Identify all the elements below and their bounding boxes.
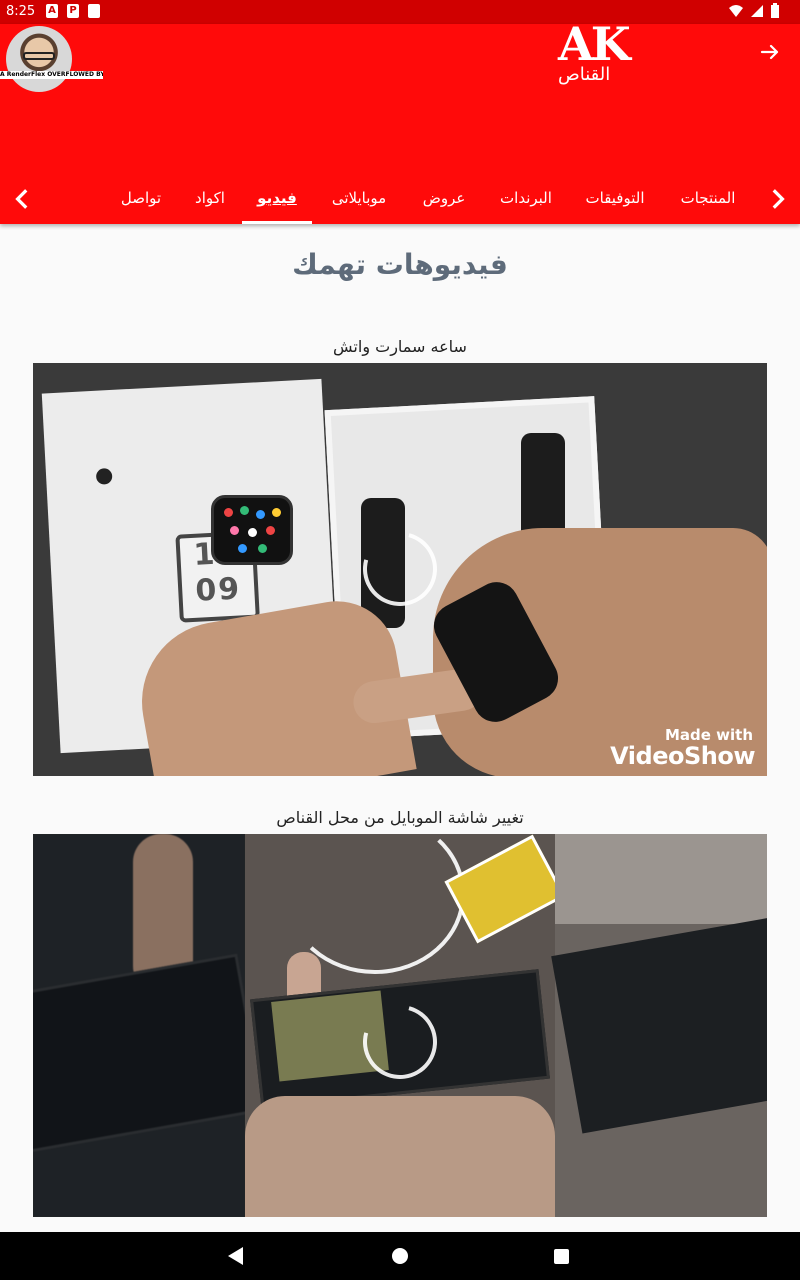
chevron-right-icon[interactable] — [764, 186, 790, 212]
logo-letters: AK — [558, 17, 631, 71]
status-bar: 8:25 A P — [0, 0, 800, 24]
system-status-icons — [728, 3, 780, 19]
overflow-warning: A RenderFlex OVERFLOWED BY 11 PIXELS — [0, 71, 103, 79]
hand — [245, 1096, 555, 1217]
blurred-frame-right — [551, 834, 767, 1217]
app-dot — [248, 528, 257, 537]
active-tab-indicator — [242, 221, 312, 224]
nav-home-icon[interactable] — [392, 1248, 408, 1264]
app-bar: A RenderFlex OVERFLOWED BY 11 PIXELS AK … — [0, 17, 800, 224]
user-avatar[interactable] — [6, 26, 72, 92]
phone — [33, 953, 265, 1155]
tab-video[interactable]: فيديو — [242, 174, 312, 224]
video-player-1[interactable]: 10 09 Made with VideoShow — [33, 363, 767, 776]
tab-my-phones[interactable]: موبايلاتى — [326, 174, 392, 224]
tab-brands[interactable]: البرندات — [498, 174, 554, 224]
battery-icon — [771, 3, 779, 18]
app-dot — [256, 510, 265, 519]
system-nav-bar — [0, 1232, 800, 1280]
tab-contact[interactable]: تواصل — [116, 174, 166, 224]
app-dot — [240, 506, 249, 515]
video-caption-1: ساعه سمارت واتش — [333, 337, 467, 356]
notification-icon-p: P — [67, 4, 79, 18]
tab-products[interactable]: المنتجات — [678, 174, 738, 224]
video-caption-2: تغيير شاشة الموبايل من محل القناص — [276, 808, 524, 827]
nav-back-icon[interactable] — [228, 1247, 243, 1265]
tab-bar: المنتجات التوفيقات البرندات عروض موبايلا… — [0, 174, 800, 224]
app-dot — [266, 526, 275, 535]
phone — [551, 914, 767, 1134]
tab-accessories[interactable]: التوفيقات — [582, 174, 648, 224]
chevron-left-icon[interactable] — [10, 186, 36, 212]
app-dot — [258, 544, 267, 553]
app-logo: AK القناص — [558, 17, 668, 84]
app-dot — [230, 526, 239, 535]
tab-offers[interactable]: عروض — [420, 174, 468, 224]
avatar-glasses — [23, 52, 55, 60]
app-dot — [224, 508, 233, 517]
notification-icons: A P — [46, 4, 100, 18]
sd-card-icon — [88, 4, 100, 18]
wifi-icon — [729, 5, 743, 17]
page-title: فيديوهات تهمك — [292, 248, 508, 281]
tab-codes[interactable]: اكواد — [188, 174, 232, 224]
app-dot — [272, 508, 281, 517]
app-dot — [238, 544, 247, 553]
watermark-big: VideoShow — [610, 742, 755, 770]
watch-face — [211, 495, 293, 565]
watch-strap — [521, 433, 565, 543]
blurred-frame-left — [33, 834, 265, 1217]
glue-tube — [444, 834, 566, 944]
arrow-right-icon[interactable] — [758, 40, 782, 64]
nav-recents-icon[interactable] — [554, 1249, 569, 1264]
signal-icon — [751, 5, 763, 17]
box-hole — [95, 468, 113, 485]
cloth — [555, 834, 767, 924]
video-player-2[interactable] — [33, 834, 767, 1217]
notification-icon-a: A — [46, 4, 58, 18]
status-time: 8:25 — [6, 4, 36, 19]
